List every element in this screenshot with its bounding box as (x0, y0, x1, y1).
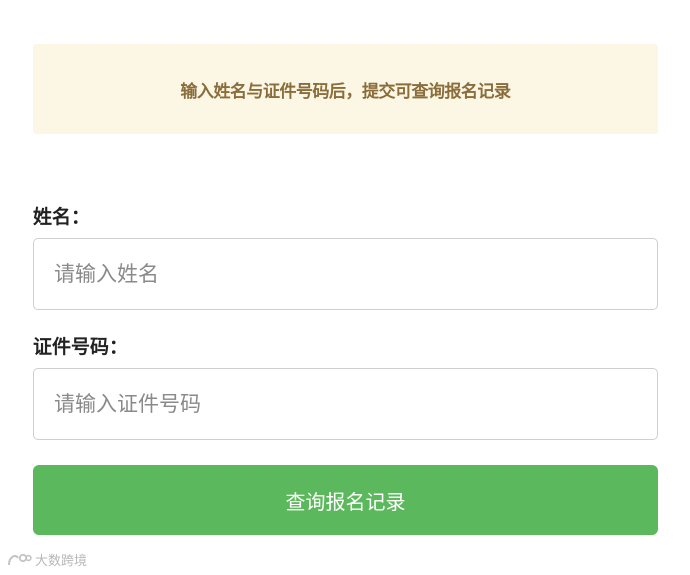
id-number-input[interactable] (33, 368, 658, 440)
watermark-text: 大数跨境 (35, 554, 88, 569)
info-notice: 输入姓名与证件号码后，提交可查询报名记录 (33, 44, 658, 134)
name-label: 姓名： (33, 206, 91, 228)
watermark-logo-icon (6, 552, 32, 568)
notice-text: 输入姓名与证件号码后，提交可查询报名记录 (180, 81, 512, 102)
watermark: 大数跨境 (6, 550, 87, 569)
query-records-button[interactable]: 查询报名记录 (33, 465, 658, 535)
id-number-label: 证件号码： (33, 336, 129, 358)
name-input[interactable] (33, 238, 658, 310)
query-page: 输入姓名与证件号码后，提交可查询报名记录 姓名： 证件号码： 查询报名记录 大数… (0, 0, 690, 575)
